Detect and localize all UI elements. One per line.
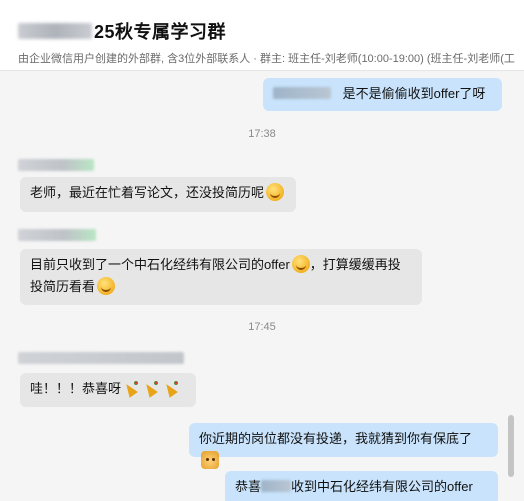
message-text: ，打算缓缓再投 [309, 257, 401, 272]
message-text: 目前只收到了一个中石化经纬有限公司的offer [30, 257, 290, 272]
scrollbar-thumb[interactable] [508, 415, 514, 477]
group-title: 25秋专属学习群 [94, 22, 227, 42]
laughing-emoji-icon [97, 277, 116, 295]
message-text: 投简历看看 [30, 279, 96, 294]
party-popper-icon [163, 379, 181, 397]
group-subtitle: 由企业微信用户创建的外部群, 含3位外部联系人 · 群主: 班主任-刘老师(10… [18, 53, 515, 65]
sender-name [18, 229, 96, 241]
message-line: 投简历看看 [30, 276, 412, 298]
redacted-group-prefix [18, 23, 92, 39]
message-text: 老师，最近在忙着写论文，还没投简历呢 [30, 185, 265, 200]
group-title-row: 25秋专属学习群 [18, 18, 226, 44]
message-bubble-outgoing[interactable]: 是不是偷偷收到offer了呀 [263, 78, 502, 111]
chat-header: 25秋专属学习群 由企业微信用户创建的外部群, 含3位外部联系人 · 群主: 班… [0, 0, 524, 71]
cat-emoji-icon [201, 451, 219, 469]
redacted-name [261, 480, 292, 492]
message-text: 是不是偷偷收到offer了呀 [342, 86, 486, 101]
message-bubble-outgoing[interactable]: 恭喜 收到中石化经纬有限公司的offer [225, 471, 498, 501]
message-bubble-outgoing[interactable]: 你近期的岗位都没有投递，我就猜到你有保底了 [189, 423, 498, 469]
timestamp: 17:38 [248, 128, 276, 140]
sender-name [18, 159, 94, 171]
message-bubble-incoming[interactable]: 哇！！！恭喜呀 [20, 373, 196, 407]
party-popper-icon [123, 379, 141, 397]
message-text: 你近期的岗位都没有投递，我就猜到你有保底了 [199, 431, 473, 446]
timestamp: 17:45 [248, 321, 276, 333]
sender-name [18, 352, 184, 364]
message-bubble-incoming[interactable]: 目前只收到了一个中石化经纬有限公司的offer ，打算缓缓再投 投简历看看 [20, 249, 422, 305]
message-text: 收到中石化经纬有限公司的offer [291, 479, 473, 494]
redacted-name [273, 87, 331, 99]
message-text: 哇！！！恭喜呀 [30, 381, 122, 396]
laughing-emoji-icon [266, 183, 285, 201]
message-list[interactable]: 是不是偷偷收到offer了呀 17:38 老师，最近在忙着写论文，还没投简历呢 … [0, 71, 524, 501]
message-text: 恭喜 [235, 479, 262, 494]
party-popper-icon [143, 379, 161, 397]
message-bubble-incoming[interactable]: 老师，最近在忙着写论文，还没投简历呢 [20, 177, 296, 212]
laughing-emoji-icon [291, 255, 310, 273]
message-line: 目前只收到了一个中石化经纬有限公司的offer ，打算缓缓再投 [30, 254, 412, 276]
